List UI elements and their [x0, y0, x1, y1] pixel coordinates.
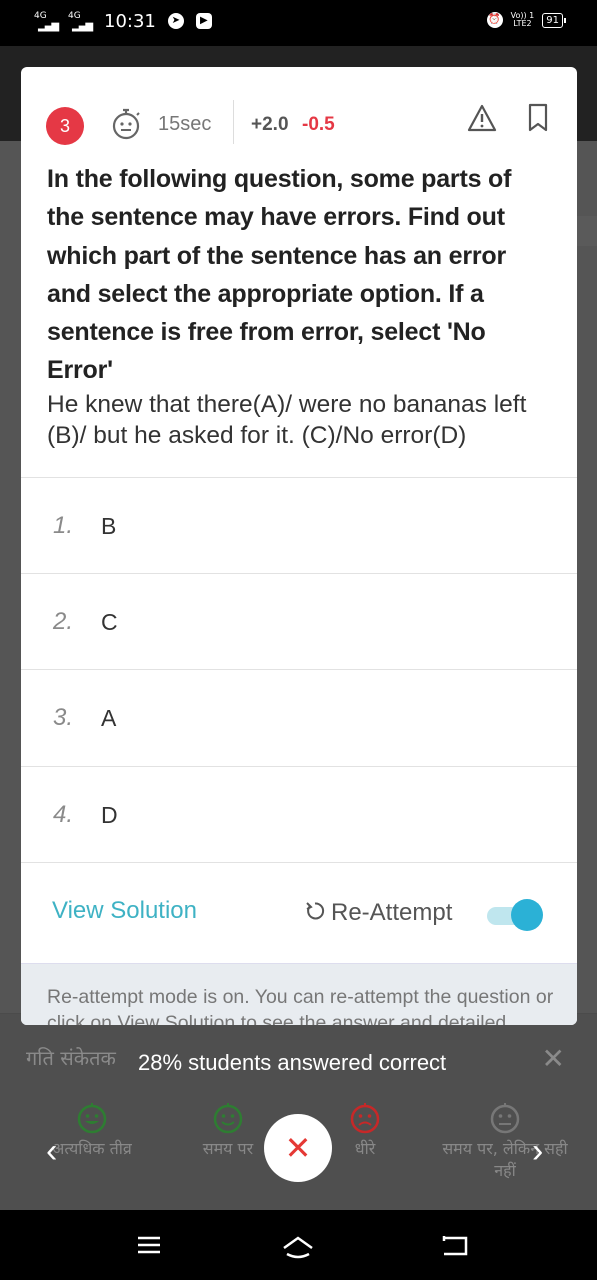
speed-slow: धीरे — [330, 1102, 400, 1160]
sad-face-icon — [350, 1103, 380, 1134]
system-nav-bar — [0, 1210, 597, 1280]
report-warning-icon[interactable] — [467, 103, 497, 133]
menu-icon[interactable] — [132, 1228, 166, 1262]
background-side-tab — [575, 216, 597, 246]
alarm-icon: ⏰ — [486, 12, 503, 28]
home-icon[interactable] — [281, 1228, 315, 1262]
negative-marks: -0.5 — [302, 114, 335, 135]
sheet-title: गति संकेतक — [26, 1046, 116, 1070]
info-text: Re-attempt mode is on. You can re-attemp… — [47, 986, 554, 1025]
reattempt-info-banner: Re-attempt mode is on. You can re-attemp… — [21, 963, 577, 1025]
options-divider — [21, 862, 577, 863]
correct-percentage: 28% students answered correct — [138, 1050, 447, 1075]
option-label: A — [101, 705, 117, 731]
header-divider — [233, 100, 234, 144]
happy-face-icon — [77, 1103, 107, 1134]
clock: 10:31 — [104, 10, 156, 32]
speed-indicator-sheet: गति संकेतक 28% students answered correct… — [0, 1014, 597, 1210]
question-sentence: He knew that there(A)/ were no bananas l… — [47, 391, 527, 449]
telegram-icon: ➤ — [167, 13, 184, 29]
battery-icon: 91 — [542, 12, 566, 28]
signal-icon-2: 4G ▂▄▆ — [68, 11, 93, 32]
speed-on-time-wrong: समय पर, लेकिन सही नहीं — [440, 1102, 570, 1182]
option-1[interactable]: 1. B — [21, 477, 577, 573]
timer-value: 15sec — [158, 113, 212, 135]
youtube-icon: ▶ — [195, 13, 212, 29]
option-4[interactable]: 4. D — [21, 766, 577, 862]
signal-icon: 4G ▂▄▆ — [34, 11, 59, 32]
option-2[interactable]: 2. C — [21, 573, 577, 669]
next-arrow-icon[interactable]: › — [532, 1132, 543, 1171]
question-number-badge: 3 — [46, 107, 84, 145]
refresh-icon — [306, 902, 325, 920]
timer-face-icon — [112, 108, 140, 140]
smile-face-icon — [213, 1103, 243, 1134]
option-label: D — [101, 802, 118, 828]
volte-indicator: Vo)) 1 LTE2 — [510, 11, 535, 28]
previous-arrow-icon[interactable]: ‹ — [46, 1132, 57, 1171]
option-label: C — [101, 609, 118, 635]
status-bar: 4G ▂▄▆ 4G ▂▄▆ 10:31 ➤ ▶ ⏰ Vo)) 1 LTE2 91 — [0, 0, 597, 46]
close-fab-button[interactable]: ✕ — [264, 1114, 332, 1182]
reattempt-label[interactable]: Re-Attempt — [331, 899, 452, 927]
option-3[interactable]: 3. A — [21, 669, 577, 765]
back-icon[interactable] — [438, 1228, 472, 1262]
reattempt-toggle[interactable] — [487, 899, 545, 931]
question-text: In the following question, some parts of… — [47, 165, 512, 385]
bookmark-icon[interactable] — [527, 103, 549, 133]
question-card: 3 15sec +2.0 -0.5 In the following quest… — [21, 67, 577, 1025]
view-solution-link[interactable]: View Solution — [52, 897, 197, 925]
option-label: B — [101, 513, 117, 539]
speed-on-time: समय पर — [188, 1102, 268, 1160]
positive-marks: +2.0 — [251, 114, 289, 135]
close-icon[interactable]: ✕ — [542, 1042, 565, 1075]
neutral-face-icon — [490, 1103, 520, 1134]
